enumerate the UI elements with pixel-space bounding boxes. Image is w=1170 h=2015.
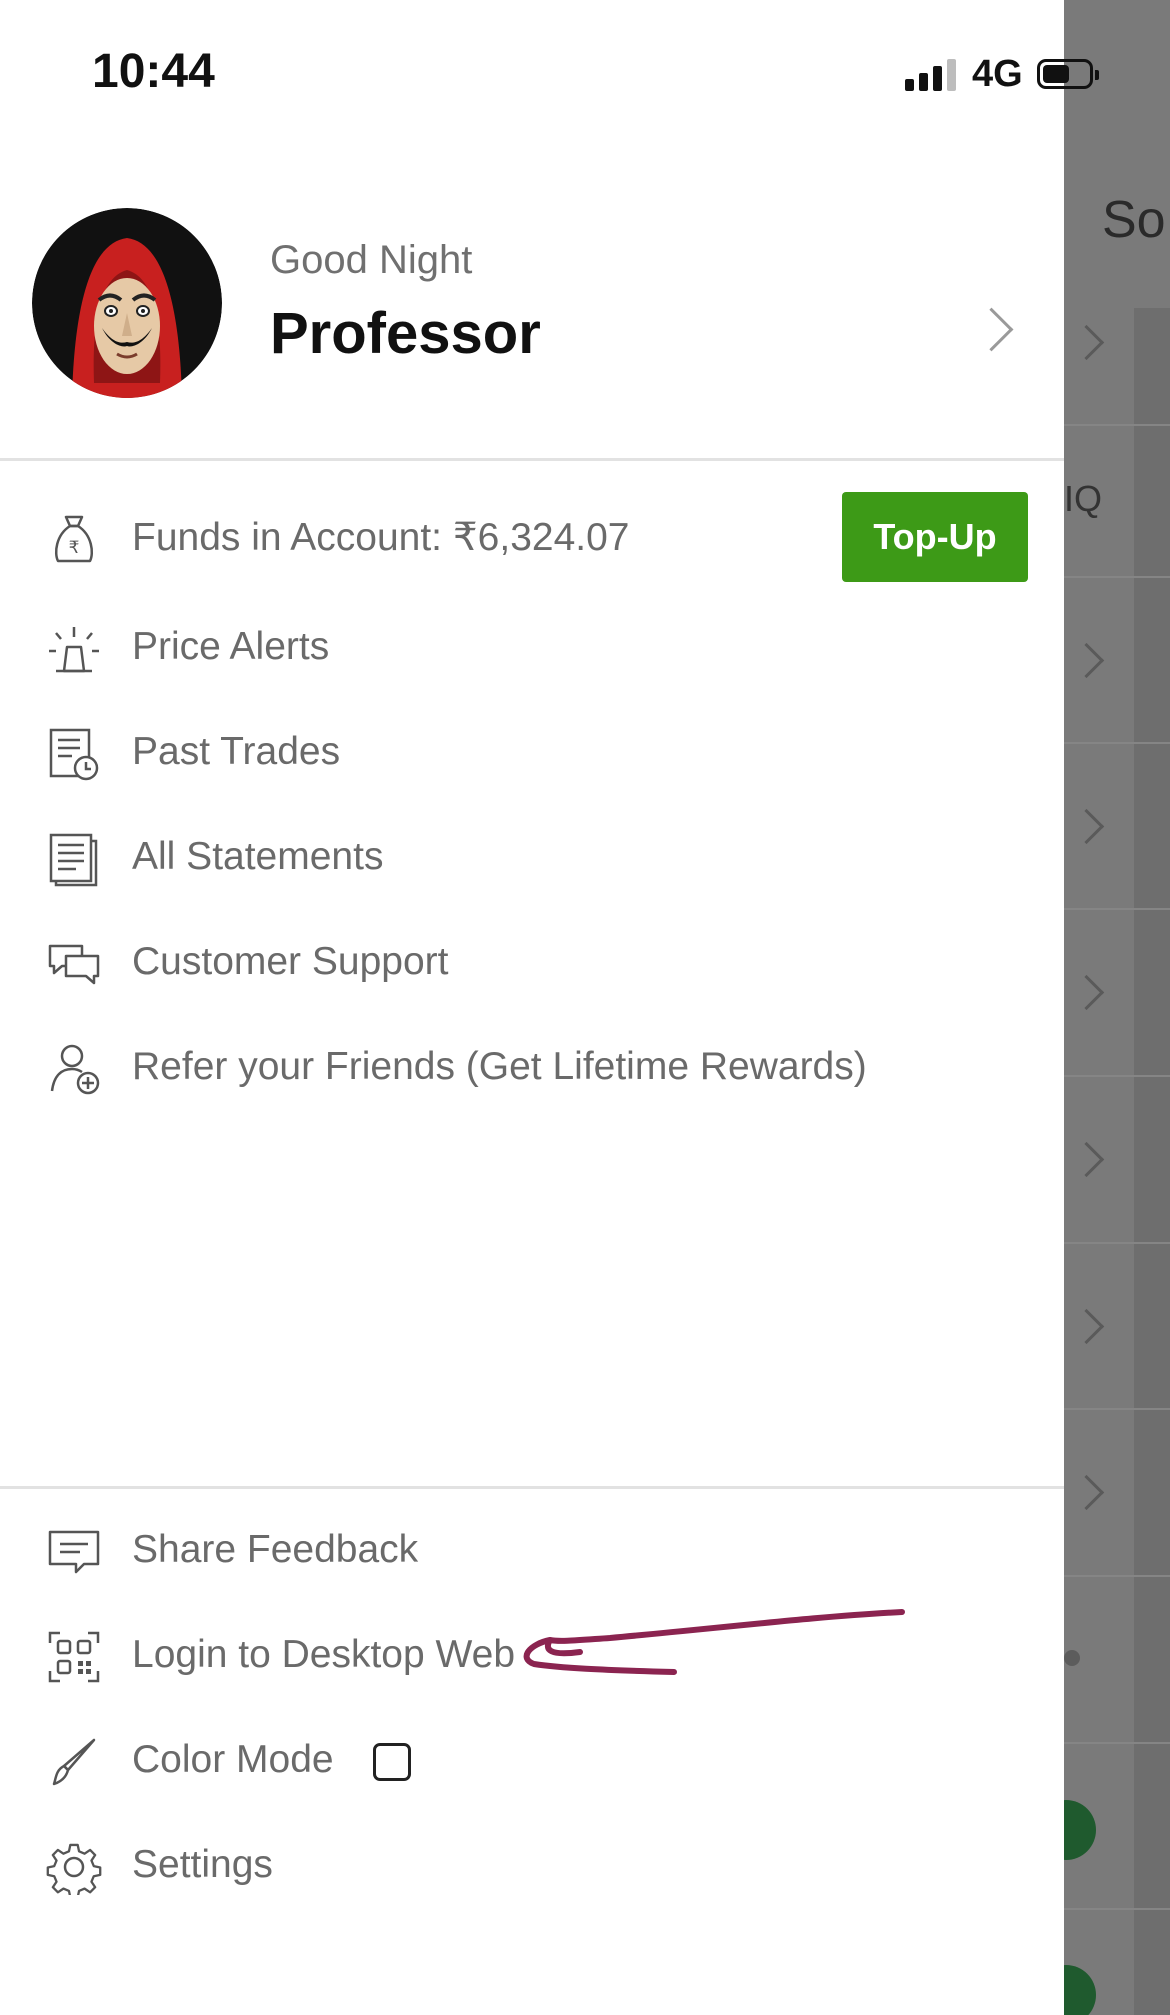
chevron-right-icon [1068,808,1105,845]
annotation-arrow [523,1609,905,1675]
background-row-divider [1064,1075,1170,1077]
top-up-button[interactable]: Top-Up [842,492,1028,582]
background-title-fragment: So [1102,191,1166,249]
background-row-divider [1064,1742,1170,1744]
background-row-divider [1064,1408,1170,1410]
background-row-divider [1064,1575,1170,1577]
customer-support-label: Customer Support [132,940,449,983]
settings-label: Settings [132,1843,273,1886]
refer-friends-label: Refer your Friends (Get Lifetime Rewards… [132,1045,867,1088]
status-indicators: 4G [905,52,1099,95]
brush-icon [52,1738,96,1786]
menu-item-color-mode[interactable]: Color Mode [0,1716,1064,1806]
section-divider [0,1486,1064,1489]
chevron-right-icon [1068,1474,1105,1511]
menu-item-price-alerts[interactable]: Price Alerts [0,603,1064,693]
color-mode-label: Color Mode [132,1738,334,1781]
add-user-icon [50,1044,100,1095]
menu-item-settings[interactable]: Settings [0,1821,1064,1911]
menu-item-share-feedback[interactable]: Share Feedback [0,1506,1064,1596]
user-name: Professor [270,301,541,366]
section-divider [0,458,1064,461]
cellular-signal-icon [905,57,956,91]
chevron-right-icon [1068,1141,1105,1178]
menu-item-past-trades[interactable]: Past Trades [0,708,1064,798]
status-time: 10:44 [92,45,215,98]
background-row-divider [1064,1242,1170,1244]
money-bag-icon: ₹ [54,515,94,563]
chevron-right-icon [1068,974,1105,1011]
background-label-fragment: IQ [1064,478,1103,519]
menu-item-all-statements[interactable]: All Statements [0,813,1064,903]
price-alerts-label: Price Alerts [132,625,330,668]
past-trades-label: Past Trades [132,730,341,773]
battery-icon [1036,59,1099,89]
background-row-divider [1064,424,1170,426]
chat-bubbles-icon [48,944,100,985]
all-statements-label: All Statements [132,835,384,878]
trade-history-icon [49,728,99,781]
avatar[interactable] [32,208,222,398]
share-feedback-label: Share Feedback [132,1528,419,1571]
background-row-divider [1064,1908,1170,1910]
background-dot [1064,1650,1080,1666]
color-mode-checkbox[interactable] [373,1743,411,1781]
qr-code-icon [48,1631,100,1683]
chevron-right-icon [1068,1308,1105,1345]
background-row-divider [1064,576,1170,578]
statements-icon [49,833,98,887]
side-drawer: 10:44 4G Good Night Professor ₹ Funds in… [0,0,1099,2015]
feedback-icon [48,1530,100,1574]
background-row-divider [1064,742,1170,744]
svg-text:₹: ₹ [69,538,80,558]
background-app-overlay[interactable]: So IQ [1064,0,1170,2015]
chevron-right-icon [1068,642,1105,679]
background-strip [1134,308,1170,2015]
gear-icon [46,1843,102,1895]
background-green-badge [1064,1800,1096,1860]
greeting-text: Good Night [270,238,473,282]
alarm-light-icon [49,627,99,673]
menu-item-refer-friends[interactable]: Refer your Friends (Get Lifetime Rewards… [0,1023,1064,1113]
chevron-right-icon [1068,324,1105,361]
background-green-badge [1064,1965,1096,2015]
funds-label: Funds in Account: ₹6,324.07 [132,516,630,559]
login-desktop-web-label: Login to Desktop Web [132,1633,516,1676]
chevron-right-icon[interactable] [969,307,1014,352]
menu-item-customer-support[interactable]: Customer Support [0,918,1064,1008]
network-type: 4G [972,52,1023,95]
background-row-divider [1064,908,1170,910]
